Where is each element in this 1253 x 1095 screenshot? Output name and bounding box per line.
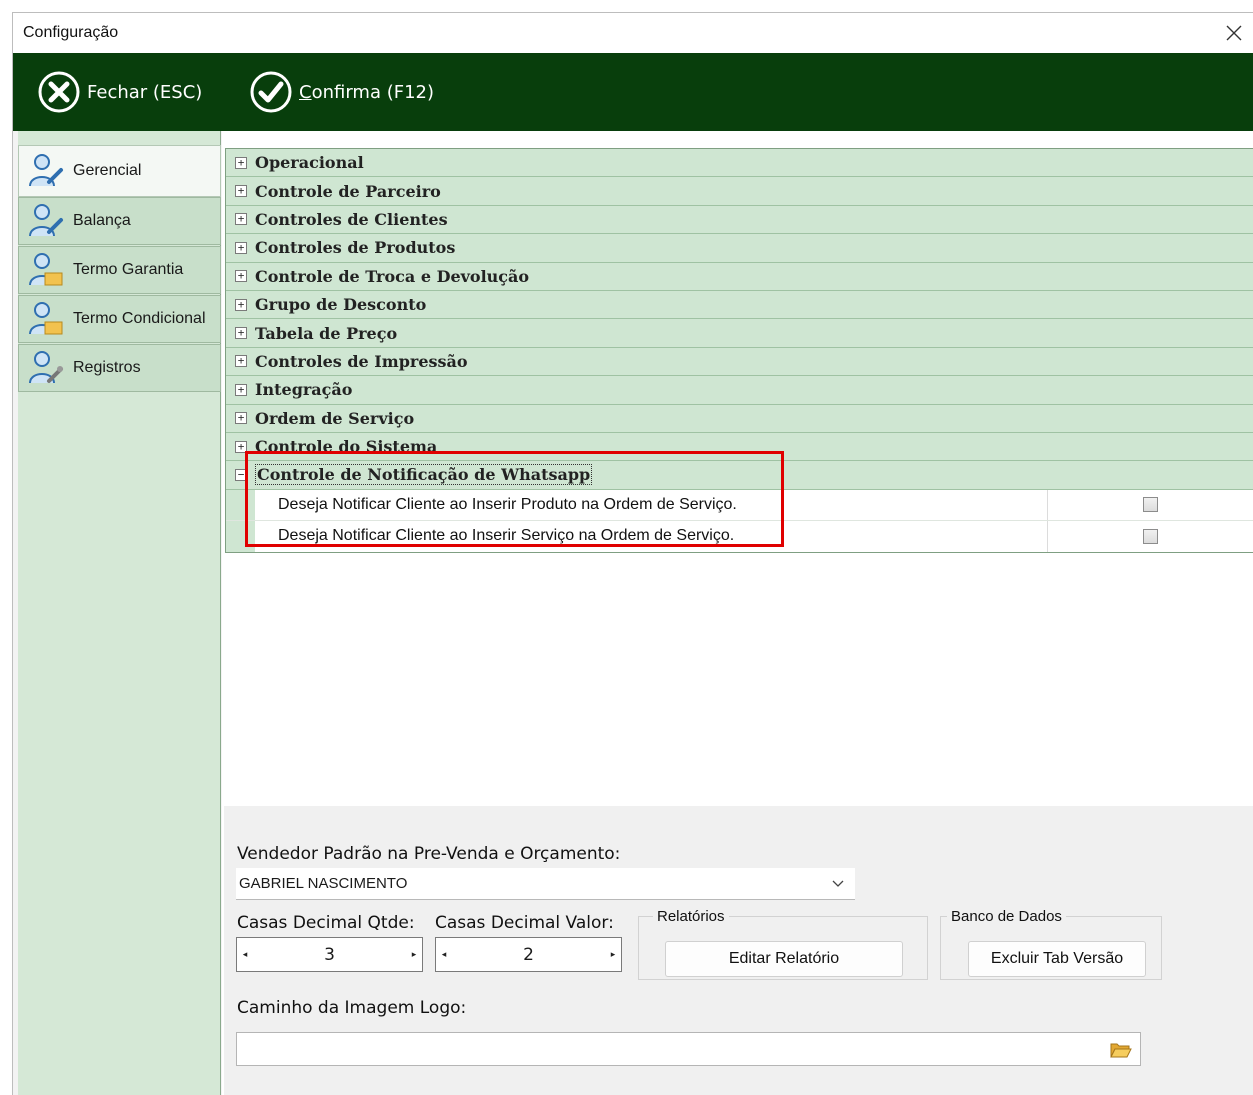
edit-report-button[interactable]: Editar Relatório [665,941,903,977]
database-group: Banco de Dados Excluir Tab Versão [940,908,1162,980]
logo-path-label: Caminho da Imagem Logo: [237,998,467,1018]
tree-group-tabela-preco[interactable]: + Tabela de Preço [226,319,1253,348]
tree-group-label: Ordem de Serviço [255,408,415,428]
expand-icon[interactable]: + [235,412,247,425]
expand-icon[interactable]: + [235,383,247,396]
sidebar-item-label: Termo Condicional [73,310,206,327]
tree-group-label: Controle de Notificação de Whatsapp [255,464,593,486]
tree-group-grupo-desconto[interactable]: + Grupo de Desconto [226,290,1253,320]
expand-icon[interactable]: + [235,185,247,198]
tree-group-label: Integração [255,380,353,400]
sidebar-item-label: Balança [73,212,131,229]
tree-group-label: Controles de Clientes [255,209,448,229]
option-label: Deseja Notificar Cliente ao Inserir Serv… [255,520,1048,552]
window-title: Configuração [23,24,119,41]
option-label: Deseja Notificar Cliente ao Inserir Prod… [255,489,1048,520]
value-decimal-stepper[interactable]: ◂ 2 ▸ [435,937,622,972]
sidebar-item-label: Gerencial [73,162,142,179]
qty-decimal-label: Casas Decimal Qtde: [237,913,415,933]
arrow-right-icon[interactable]: ▸ [605,938,621,971]
sidebar-item-label: Registros [73,359,141,376]
arrow-left-icon[interactable]: ◂ [436,938,452,971]
check-circle-icon [249,70,293,114]
qty-decimal-value: 3 [324,944,335,965]
qty-decimal-stepper[interactable]: ◂ 3 ▸ [236,937,423,972]
value-decimal-value: 2 [523,944,534,965]
close-icon[interactable] [1218,17,1250,49]
title-bar: Configuração [13,13,1253,53]
notify-product-checkbox[interactable] [1143,497,1158,513]
user-folder-icon [27,300,65,338]
tree-group-controles-produtos[interactable]: + Controles de Produtos [226,234,1253,263]
tree-group-label: Tabela de Preço [255,323,398,343]
tree-group-label: Controle de Parceiro [255,181,441,201]
database-group-title: Banco de Dados [947,908,1066,925]
user-wrench-icon [27,349,65,387]
value-decimal-label: Casas Decimal Valor: [435,913,614,933]
toolbar: Fechar (ESC) Confirma (F12) [13,53,1253,131]
tree-group-controles-clientes[interactable]: + Controles de Clientes [226,205,1253,235]
folder-open-icon[interactable] [1110,1041,1132,1063]
expand-icon[interactable]: + [235,440,247,453]
confirm-button[interactable]: Confirma (F12) [249,69,434,115]
sidebar-item-label: Termo Garantia [73,261,184,278]
sidebar-item-gerencial[interactable]: Gerencial [18,145,221,197]
notify-service-checkbox[interactable] [1143,528,1158,544]
tree-group-ordem-servico[interactable]: + Ordem de Serviço [226,404,1253,433]
logo-path-input[interactable] [236,1032,1141,1066]
tree-option-row: Deseja Notificar Cliente ao Inserir Prod… [226,489,1253,521]
settings-tree: + Operacional + Controle de Parceiro + C… [225,148,1253,553]
tree-group-label: Controles de Impressão [255,351,468,371]
expand-icon[interactable]: + [235,156,247,169]
tree-group-label: Controle de Troca e Devolução [255,266,530,286]
user-folder-icon [27,251,65,289]
sidebar-item-termo-garantia[interactable]: Termo Garantia [18,246,221,294]
expand-icon[interactable]: + [235,241,247,254]
user-settings-icon [27,202,65,240]
user-settings-icon [27,152,65,190]
arrow-left-icon[interactable]: ◂ [237,938,253,971]
expand-icon[interactable]: + [235,355,247,368]
tree-group-controle-parceiro[interactable]: + Controle de Parceiro [226,177,1253,206]
collapse-icon[interactable]: − [235,468,247,481]
tree-option-row: Deseja Notificar Cliente ao Inserir Serv… [226,520,1253,552]
arrow-right-icon[interactable]: ▸ [406,938,422,971]
tree-group-integracao[interactable]: + Integração [226,376,1253,405]
tree-group-label: Grupo de Desconto [255,295,427,315]
sidebar-item-termo-condicional[interactable]: Termo Condicional [18,295,221,343]
tree-group-label: Controles de Produtos [255,238,456,258]
tree-group-label: Operacional [255,153,364,173]
close-button[interactable]: Fechar (ESC) [37,69,202,115]
expand-icon[interactable]: + [235,327,247,340]
tree-group-troca-devolucao[interactable]: + Controle de Troca e Devolução [226,262,1253,291]
tree-group-controle-sistema[interactable]: + Controle do Sistema [226,432,1253,462]
x-circle-icon [37,70,81,114]
vendor-select[interactable]: GABRIEL NASCIMENTO [236,868,855,900]
reports-group-title: Relatórios [653,908,729,925]
vendor-select-value: GABRIEL NASCIMENTO [239,875,408,892]
confirm-button-label: Confirma (F12) [299,81,435,103]
expand-icon[interactable]: + [235,213,247,226]
close-button-label: Fechar (ESC) [87,81,203,103]
tree-group-controles-impressao[interactable]: + Controles de Impressão [226,347,1253,377]
bottom-panel: Vendedor Padrão na Pre-Venda e Orçamento… [224,806,1253,1095]
tree-group-operacional[interactable]: + Operacional [226,149,1253,178]
reports-group: Relatórios Editar Relatório [638,908,928,980]
expand-icon[interactable]: + [235,298,247,311]
tree-group-label: Controle do Sistema [255,437,438,457]
vendor-label: Vendedor Padrão na Pre-Venda e Orçamento… [237,844,621,864]
sidebar-item-registros[interactable]: Registros [18,344,221,392]
tree-group-notificacao-whatsapp[interactable]: − Controle de Notificação de Whatsapp [226,461,1253,490]
expand-icon[interactable]: + [235,270,247,283]
chevron-down-icon [831,876,845,894]
sidebar-item-balanca[interactable]: Balança [18,197,221,245]
delete-version-table-button[interactable]: Excluir Tab Versão [968,941,1146,977]
sidebar: Gerencial Balança Termo Garantia Termo C… [18,131,221,1095]
